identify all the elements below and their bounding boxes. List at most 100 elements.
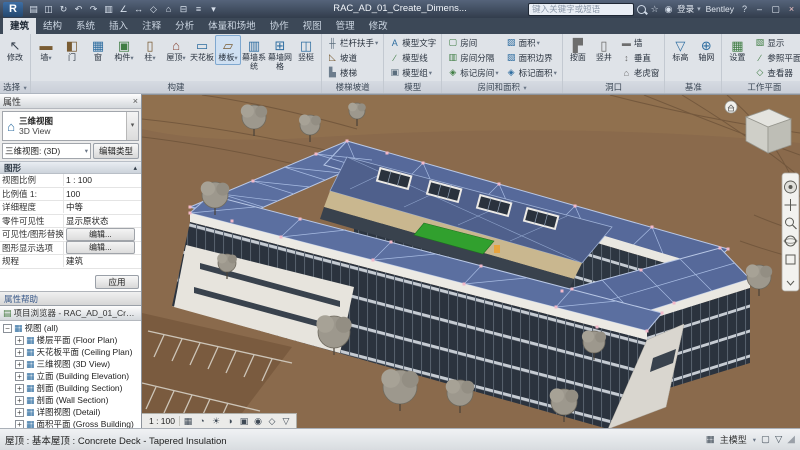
- tool-curtain-grid[interactable]: ⊞幕墙网格: [267, 35, 293, 72]
- tree-root[interactable]: − ▦ 视图 (all): [0, 322, 141, 334]
- close-button[interactable]: ×: [785, 4, 798, 14]
- qat-default-3d-view-icon[interactable]: ⌂: [162, 4, 175, 14]
- tab-structure[interactable]: 结构: [36, 16, 69, 34]
- tool-shaft[interactable]: ▯竖井: [591, 35, 617, 64]
- tool-area[interactable]: ▨面积▾: [503, 35, 560, 50]
- panel-caption-model[interactable]: 模型: [384, 81, 441, 93]
- collapse-icon[interactable]: −: [3, 324, 12, 333]
- filter-icon[interactable]: ▽: [775, 434, 782, 445]
- tab-annotate[interactable]: 注释: [135, 16, 168, 34]
- tab-architecture[interactable]: 建筑: [3, 16, 36, 34]
- tool-railing[interactable]: ╫栏杆扶手▾: [324, 35, 381, 50]
- edit-type-button[interactable]: 编辑类型: [93, 143, 139, 159]
- tool-curtain-system[interactable]: ▥幕墙系统: [241, 35, 267, 72]
- qat-redo-icon[interactable]: ↷: [87, 4, 100, 15]
- tool-tag-area[interactable]: ◈标记面积▾: [503, 65, 560, 80]
- shadows-button[interactable]: ◑: [223, 416, 237, 427]
- tab-insert[interactable]: 插入: [102, 16, 135, 34]
- tree-item[interactable]: +▦立面 (Building Elevation): [0, 370, 141, 382]
- tool-viewer[interactable]: ◇查看器: [751, 65, 800, 80]
- property-value[interactable]: 显示原状态: [64, 215, 141, 227]
- search-input[interactable]: [528, 3, 634, 16]
- tool-model-group[interactable]: ▣模型组▾: [386, 65, 439, 80]
- qat-measure-icon[interactable]: ∠: [117, 4, 130, 15]
- chevron-down-icon[interactable]: ▾: [753, 436, 756, 444]
- property-value[interactable]: 建筑: [64, 255, 141, 267]
- tool-level[interactable]: ▽标高: [667, 35, 693, 64]
- property-value[interactable]: 编辑...: [64, 228, 141, 241]
- help-icon[interactable]: ?: [739, 4, 750, 14]
- expand-icon[interactable]: +: [15, 408, 24, 417]
- tool-model-line[interactable]: ∕模型线: [386, 50, 439, 65]
- property-value[interactable]: 中等: [64, 201, 141, 213]
- maximize-button[interactable]: ▢: [769, 4, 782, 15]
- tool-model-text[interactable]: A模型文字: [386, 35, 439, 50]
- design-options-dropdown[interactable]: 主模型: [720, 433, 747, 446]
- panel-caption-build[interactable]: 构建: [31, 81, 321, 93]
- exclude-options-checkbox[interactable]: ▢: [761, 434, 770, 445]
- minimize-button[interactable]: –: [753, 4, 766, 14]
- tool-show-work-plane[interactable]: ▧显示: [751, 35, 800, 50]
- tool-roof[interactable]: ⌂屋顶▾: [163, 35, 189, 65]
- tool-window[interactable]: ▦窗: [85, 35, 111, 64]
- panel-caption-work-plane[interactable]: 工作平面: [722, 81, 800, 93]
- tab-analyze[interactable]: 分析: [168, 16, 201, 34]
- collapse-section-icon[interactable]: ▴: [133, 164, 137, 172]
- tool-stair[interactable]: ▙楼梯: [324, 65, 381, 80]
- tree-item[interactable]: +▦剖面 (Wall Section): [0, 394, 141, 406]
- visual-style-button[interactable]: ◔: [195, 416, 209, 427]
- tree-item[interactable]: +▦三维视图 (3D View): [0, 358, 141, 370]
- property-value[interactable]: 1 : 100: [64, 175, 141, 185]
- expand-icon[interactable]: +: [15, 348, 24, 357]
- panel-caption-circulation[interactable]: 楼梯坡道: [322, 81, 383, 93]
- type-selector-dropdown-icon[interactable]: ▾: [126, 112, 138, 140]
- sun-path-button[interactable]: ☀: [209, 416, 223, 427]
- tab-manage[interactable]: 管理: [329, 16, 362, 34]
- tool-vertical-opening[interactable]: ↕垂直: [618, 50, 663, 65]
- scale-button[interactable]: 1 : 100: [145, 416, 180, 426]
- tool-dormer[interactable]: ⌂老虎窗: [618, 65, 663, 80]
- tool-ramp[interactable]: ◺坡道: [324, 50, 381, 65]
- crop-view-button[interactable]: ▣: [237, 416, 251, 427]
- qat-sync-icon[interactable]: ↻: [57, 4, 70, 15]
- tool-ceiling[interactable]: ▭天花板: [189, 35, 215, 64]
- tool-modify[interactable]: ↖修改: [2, 35, 28, 64]
- expand-icon[interactable]: +: [15, 360, 24, 369]
- qat-save-icon[interactable]: ◫: [42, 4, 55, 15]
- qat-section-icon[interactable]: ⊟: [177, 4, 190, 15]
- tool-wall-opening[interactable]: ▬墙: [618, 35, 663, 50]
- qat-tag-icon[interactable]: ◇: [147, 4, 160, 15]
- navigation-bar[interactable]: [782, 173, 799, 291]
- tool-grid[interactable]: ⊕轴网: [693, 35, 719, 64]
- tool-door[interactable]: ◧门: [59, 35, 85, 64]
- worksets-icon[interactable]: ▦: [706, 434, 715, 445]
- reveal-hidden-button[interactable]: ▽: [279, 416, 293, 427]
- tab-massing-site[interactable]: 体量和场地: [201, 16, 263, 34]
- tool-mullion[interactable]: ◫竖梃: [293, 35, 319, 64]
- close-icon[interactable]: ×: [133, 96, 138, 106]
- qat-thin-lines-icon[interactable]: ≡: [192, 4, 205, 14]
- tab-view[interactable]: 视图: [296, 16, 329, 34]
- expand-icon[interactable]: +: [15, 396, 24, 405]
- expand-icon[interactable]: +: [15, 336, 24, 345]
- tab-systems[interactable]: 系统: [69, 16, 102, 34]
- property-value[interactable]: 编辑...: [64, 241, 141, 254]
- qat-aligned-dimension-icon[interactable]: ↔: [132, 4, 145, 14]
- search-icon[interactable]: [637, 5, 646, 14]
- model-canvas[interactable]: [142, 95, 800, 428]
- tree-item[interactable]: +▦楼层平面 (Floor Plan): [0, 334, 141, 346]
- qat-print-icon[interactable]: ▥: [102, 4, 115, 15]
- panel-caption-selection[interactable]: 选择 ▾: [0, 81, 30, 93]
- edit-button[interactable]: 编辑...: [66, 228, 135, 241]
- tool-tag-room[interactable]: ◈标记房间▾: [444, 65, 501, 80]
- tool-opening-by-face[interactable]: ▛按面: [565, 35, 591, 64]
- panel-caption-datum[interactable]: 基准: [665, 81, 721, 93]
- qat-open-icon[interactable]: ▤: [27, 4, 40, 15]
- project-browser-header[interactable]: ▤ 项目浏览器 - RAC_AD_01_Create_Dim...: [0, 306, 141, 321]
- tree-item[interactable]: +▦剖面 (Building Section): [0, 382, 141, 394]
- qat-customize-icon[interactable]: ▾: [207, 4, 220, 15]
- favorites-star-icon[interactable]: ☆: [649, 4, 660, 15]
- panel-caption-room-area[interactable]: 房间和面积 ▾: [442, 81, 562, 93]
- expand-icon[interactable]: +: [15, 420, 24, 429]
- type-selector[interactable]: ⌂ 三维视图 3D View ▾: [2, 111, 139, 141]
